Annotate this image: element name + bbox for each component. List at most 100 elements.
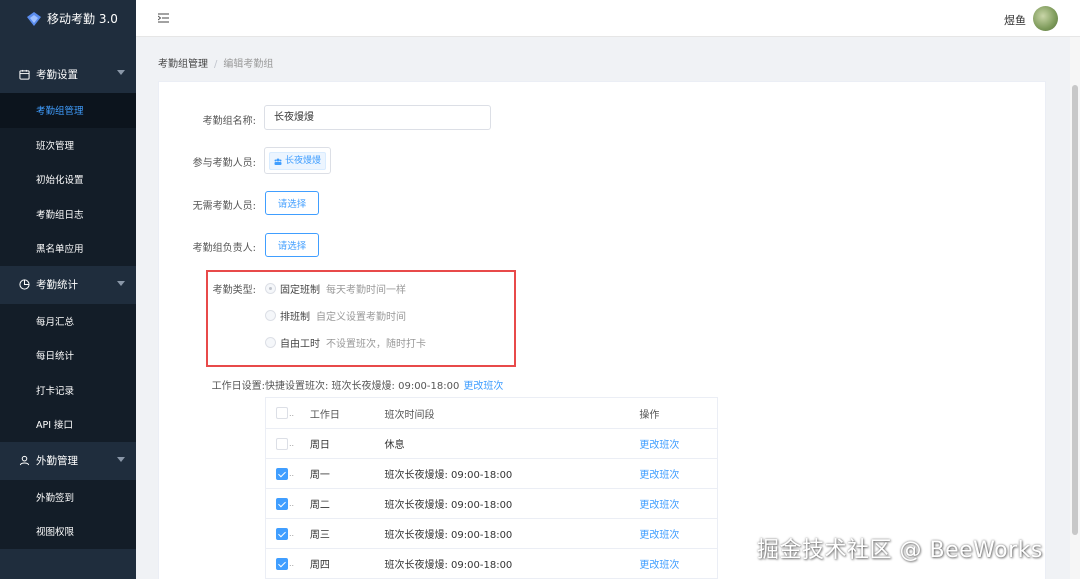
sidebar-item-blacklist[interactable]: 黑名单应用	[0, 231, 136, 266]
radio-label: 固定班制	[280, 285, 320, 296]
sidebar-item-clock-records[interactable]: 打卡记录	[0, 373, 136, 408]
menu-title-attendance-stats[interactable]: 考勤统计	[0, 266, 136, 304]
sidebar-item-group-log[interactable]: 考勤组日志	[0, 197, 136, 232]
ellipsis: ..	[289, 408, 295, 418]
radio-flexible-hours[interactable]: 自由工时 不设置班次，随时打卡	[265, 335, 426, 350]
chevron-down-icon	[117, 70, 125, 75]
menu-title-label: 外勤管理	[36, 455, 78, 467]
menu-group-attendance-settings: 考勤设置 考勤组管理 班次管理 初始化设置 考勤组日志 黑名单应用	[0, 55, 136, 266]
ellipsis: ..	[289, 529, 295, 538]
row-checkbox[interactable]	[276, 557, 288, 570]
row-check-cell: ..	[266, 467, 310, 480]
row-check-cell: ..	[266, 557, 310, 570]
radio-fixed-schedule[interactable]: 固定班制 每天考勤时间一样	[265, 281, 406, 296]
header-day: 工作日	[309, 409, 340, 421]
workday-table: .. 工作日 班次时间段 操作 .. 周日 休息 更改班次 .. 周一 班次长夜…	[265, 397, 718, 579]
menu-title-label: 考勤设置	[36, 68, 78, 81]
scrollbar-thumb[interactable]	[1072, 85, 1078, 535]
watermark: 掘金技术社区 @ BeeWorks	[757, 538, 1043, 563]
breadcrumb: 考勤组管理 / 编辑考勤组	[158, 55, 273, 70]
sidebar-item-api[interactable]: API 接口	[0, 407, 136, 442]
sidebar-item-shift-management[interactable]: 班次管理	[0, 128, 136, 163]
radio-label: 自由工时	[280, 339, 320, 350]
sidebar-item-monthly-summary[interactable]: 每月汇总	[0, 304, 136, 339]
row-checkbox[interactable]	[276, 497, 288, 510]
sidebar-item-field-checkin[interactable]: 外勤签到	[0, 480, 136, 515]
radio-description: 每天考勤时间一样	[326, 285, 406, 296]
breadcrumb-parent[interactable]: 考勤组管理	[158, 59, 208, 70]
page-scrollbar[interactable]	[1070, 37, 1080, 579]
submenu: 考勤组管理 班次管理 初始化设置 考勤组日志 黑名单应用	[0, 93, 136, 266]
sidebar-item-view-permission[interactable]: 视图权限	[0, 514, 136, 549]
breadcrumb-separator: /	[214, 59, 218, 70]
exempt-label: 无需考勤人员:	[192, 201, 256, 212]
menu-title-label: 考勤统计	[36, 279, 78, 291]
top-header: 煜鱼	[136, 0, 1080, 37]
ellipsis: ..	[289, 559, 295, 568]
row-checkbox[interactable]	[276, 527, 288, 540]
member-tag[interactable]: 长夜熳熳	[269, 152, 327, 170]
row-time: 班次长夜熳熳: 09:00-18:00	[384, 500, 513, 511]
radio-button[interactable]	[265, 337, 276, 348]
sidebar-item-daily-stats[interactable]: 每日统计	[0, 338, 136, 373]
menu-collapse-icon[interactable]	[158, 12, 169, 24]
sidebar-item-init-settings[interactable]: 初始化设置	[0, 162, 136, 197]
menu-title-attendance-settings[interactable]: 考勤设置	[0, 55, 136, 93]
workday-settings: 工作日设置: 快捷设置班次: 班次长夜熳熳: 09:00-18:00 更改班次	[196, 377, 504, 392]
menu-title-field-management[interactable]: 外勤管理	[0, 442, 136, 480]
user-name[interactable]: 煜鱼	[1004, 12, 1026, 28]
owner-select-button[interactable]: 请选择	[265, 233, 319, 257]
row-change-shift-link[interactable]: 更改班次	[639, 526, 717, 541]
breadcrumb-current: 编辑考勤组	[223, 59, 274, 70]
menu-group-attendance-stats: 考勤统计 每月汇总 每日统计 打卡记录 API 接口	[0, 266, 136, 442]
radio-button[interactable]	[265, 283, 276, 294]
row-check-cell: ..	[266, 497, 310, 510]
row-change-shift-link[interactable]: 更改班次	[639, 496, 717, 511]
exempt-select-button[interactable]: 请选择	[265, 191, 319, 215]
radio-button[interactable]	[265, 310, 276, 321]
table-row: .. 周一 班次长夜熳熳: 09:00-18:00 更改班次	[266, 459, 717, 489]
app-logo-icon	[27, 11, 41, 26]
calendar-icon	[19, 69, 30, 80]
app-brand[interactable]: 移动考勤 3.0	[0, 0, 136, 37]
workday-label: 工作日设置:	[211, 381, 265, 392]
row-day: 周二	[309, 500, 330, 511]
row-day: 周四	[309, 560, 330, 571]
row-change-shift-link[interactable]: 更改班次	[639, 466, 717, 481]
row-day: 周一	[309, 470, 330, 481]
radio-description: 自定义设置考勤时间	[316, 312, 406, 323]
row-change-shift-link[interactable]: 更改班次	[639, 556, 717, 571]
sidebar-item-attendance-group[interactable]: 考勤组管理	[0, 93, 136, 128]
submenu: 每月汇总 每日统计 打卡记录 API 接口	[0, 303, 136, 442]
pie-chart-icon	[19, 279, 30, 290]
row-check-cell: ..	[266, 527, 310, 540]
group-icon	[274, 158, 282, 165]
menu-group-field-management: 外勤管理 外勤签到 视图权限	[0, 442, 136, 549]
row-day: 周三	[309, 530, 330, 541]
select-all-checkbox[interactable]	[276, 407, 288, 419]
member-tag-label: 长夜熳熳	[285, 156, 322, 166]
row-time: 班次长夜熳熳: 09:00-18:00	[384, 530, 513, 541]
row-time: 班次长夜熳熳: 09:00-18:00	[384, 470, 513, 481]
row-time: 班次长夜熳熳: 09:00-18:00	[384, 560, 513, 571]
members-select[interactable]: 长夜熳熳	[264, 147, 331, 174]
ellipsis: ..	[289, 499, 295, 508]
header-op: 操作	[639, 409, 660, 421]
table-row: .. 周二 班次长夜熳熳: 09:00-18:00 更改班次	[266, 489, 717, 519]
table-row: .. 周三 班次长夜熳熳: 09:00-18:00 更改班次	[266, 519, 717, 549]
avatar[interactable]	[1033, 6, 1058, 31]
row-checkbox[interactable]	[276, 467, 288, 480]
sidebar: 移动考勤 3.0 考勤设置 考勤组管理 班次管理 初始化设置 考勤组日志 黑名单…	[0, 0, 136, 579]
chevron-down-icon	[117, 280, 125, 286]
group-name-label: 考勤组名称:	[202, 116, 256, 127]
chevron-down-icon	[117, 456, 125, 462]
table-row: .. 周四 班次长夜熳熳: 09:00-18:00 更改班次	[266, 549, 717, 579]
radio-shift-schedule[interactable]: 排班制 自定义设置考勤时间	[265, 308, 406, 323]
app-title: 移动考勤 3.0	[47, 12, 118, 26]
row-change-shift-link[interactable]: 更改班次	[639, 436, 717, 451]
row-checkbox[interactable]	[276, 437, 288, 450]
ellipsis: ..	[289, 439, 295, 448]
group-name-input[interactable]: 长夜熳熳	[264, 105, 491, 130]
change-shift-link[interactable]: 更改班次	[463, 377, 503, 392]
owner-label: 考勤组负责人:	[192, 243, 256, 254]
